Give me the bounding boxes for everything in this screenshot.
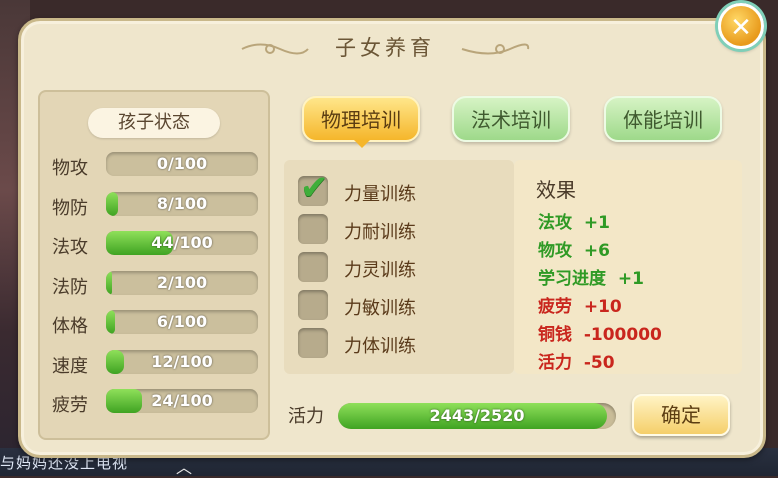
stat-magic-attack-row: 法攻 44/100 [52, 231, 262, 259]
tab-magic-training[interactable]: 法术培训 [452, 96, 570, 142]
stat-physical-attack-value: 0/100 [156, 154, 208, 173]
stat-fatigue-bar: 24/100 [106, 389, 258, 413]
stat-physical-attack-row: 物攻 0/100 [52, 152, 262, 180]
child-status-panel [38, 90, 270, 440]
training-checkbox[interactable] [298, 328, 328, 358]
training-option-2[interactable]: 力耐训练 [298, 214, 498, 248]
stat-fatigue-label: 疲劳 [52, 395, 88, 416]
training-option-label: 力敏训练 [344, 298, 416, 319]
stat-speed-label: 速度 [52, 355, 88, 377]
stat-physical-defense-row: 物防 8/100 [52, 191, 262, 220]
training-checkbox[interactable] [298, 252, 328, 282]
effect-line: 学习进度 +1 [538, 269, 644, 289]
effect-title: 效果 [536, 178, 576, 202]
effect-line: 疲劳 +10 [538, 297, 622, 317]
stat-magic-defense-label: 法防 [52, 276, 88, 298]
stat-fatigue-value: 24/100 [151, 391, 213, 410]
effect-line: 铜钱 -100000 [538, 325, 662, 345]
stat-speed-row: 速度 12/100 [52, 349, 262, 378]
training-checkbox[interactable] [298, 214, 328, 244]
effect-line: 活力 -50 [538, 353, 615, 373]
effect-line: 法攻 +1 [538, 213, 610, 233]
stat-constitution-bar: 6/100 [106, 310, 258, 334]
stat-constitution-label: 体格 [52, 316, 88, 337]
training-option-1[interactable]: ✔ 力量训练 [298, 168, 498, 210]
stat-magic-defense-bar: 2/100 [106, 270, 258, 295]
close-button[interactable]: ✕ [718, 3, 764, 49]
training-option-label: 力体训练 [344, 336, 416, 357]
stat-physical-attack-label: 物攻 [52, 158, 88, 179]
stat-magic-defense-value: 2/100 [156, 272, 208, 292]
training-option-label: 力量训练 [344, 184, 416, 205]
stat-magic-defense-row: 法防 2/100 [52, 270, 262, 299]
stat-constitution-value: 6/100 [156, 312, 208, 331]
stat-magic-attack-label: 法攻 [52, 237, 88, 258]
stat-physical-defense-bar: 8/100 [106, 191, 258, 216]
training-checkbox[interactable]: ✔ [298, 168, 329, 208]
child-status-heading: 孩子状态 [88, 108, 220, 138]
stat-speed-bar: 12/100 [106, 349, 258, 374]
dialog-title-banner: 子女养育 [240, 28, 530, 70]
vitality-value: 2443/2520 [429, 406, 525, 425]
tab-stamina-training[interactable]: 体能培训 [604, 96, 722, 142]
training-option-3[interactable]: 力灵训练 [298, 252, 498, 286]
checkmark-icon: ✔ [300, 168, 329, 208]
stat-physical-attack-bar: 0/100 [106, 152, 258, 176]
confirm-button[interactable]: 确定 [632, 394, 730, 436]
stat-physical-defense-label: 物防 [52, 197, 88, 219]
stat-magic-attack-bar: 44/100 [106, 231, 258, 255]
ornament-right-icon [461, 43, 530, 55]
tab-caret-icon [354, 140, 370, 148]
tab-physical-training[interactable]: 物理培训 [302, 96, 420, 142]
vitality-label: 活力 [288, 406, 324, 427]
stat-constitution-row: 体格 6/100 [52, 310, 262, 338]
training-option-label: 力耐训练 [344, 222, 416, 243]
ornament-left-icon [241, 43, 309, 55]
stat-physical-defense-value: 8/100 [156, 193, 208, 213]
training-option-4[interactable]: 力敏训练 [298, 290, 498, 324]
stat-fatigue-row: 疲劳 24/100 [52, 389, 262, 417]
stat-speed-value: 12/100 [151, 351, 213, 371]
training-checkbox[interactable] [298, 290, 328, 320]
dialog-title: 子女养育 [335, 36, 435, 60]
vitality-bar: 2443/2520 [338, 403, 616, 429]
training-option-5[interactable]: 力体训练 [298, 328, 498, 362]
effect-line: 物攻 +6 [538, 241, 610, 261]
stat-magic-attack-value: 44/100 [151, 233, 213, 252]
training-option-label: 力灵训练 [344, 260, 416, 281]
